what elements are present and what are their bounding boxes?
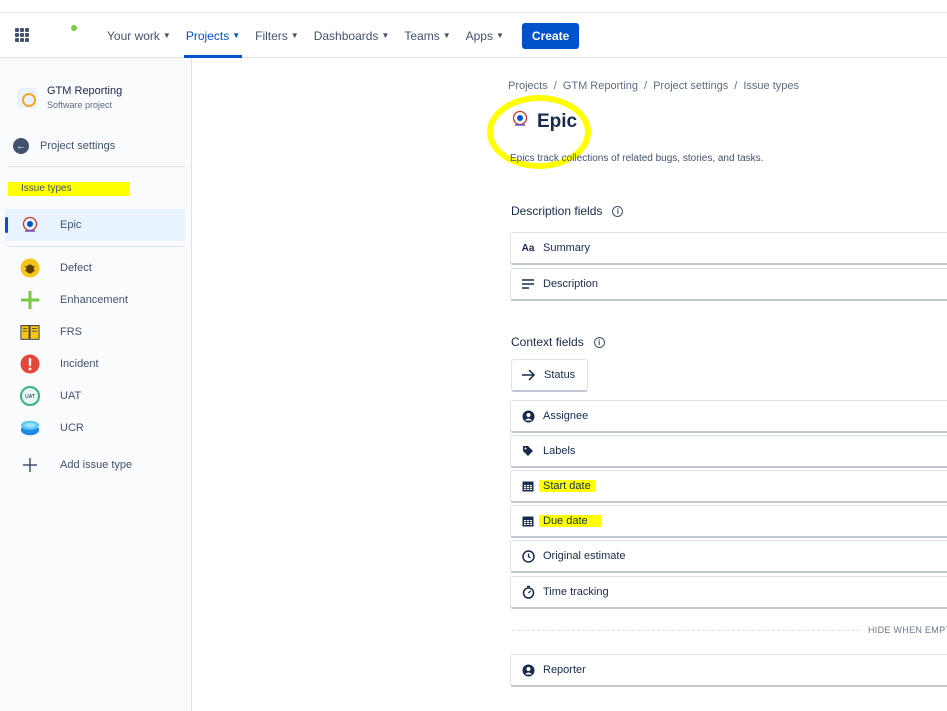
- breadcrumb-projects[interactable]: Projects: [508, 80, 548, 92]
- alert-icon: [20, 354, 40, 374]
- chevron-down-icon: ▼: [381, 31, 390, 40]
- back-to-project-settings[interactable]: ← Project settings: [13, 138, 115, 154]
- chevron-down-icon: ▼: [290, 31, 299, 40]
- context-fields-heading: Context fields i: [511, 335, 605, 349]
- hide-when-empty-label: HIDE WHEN EMPT: [868, 625, 947, 635]
- nav-projects[interactable]: Projects ▼: [183, 13, 243, 58]
- add-issue-type-button[interactable]: Add issue type: [5, 449, 185, 481]
- arrow-right-icon: [522, 369, 536, 381]
- logo[interactable]: [71, 25, 77, 31]
- chevron-down-icon: ▼: [232, 31, 241, 40]
- field-assignee[interactable]: Assignee: [510, 400, 947, 433]
- project-avatar: [17, 88, 37, 108]
- field-labels[interactable]: Labels: [510, 435, 947, 468]
- field-reporter[interactable]: Reporter: [510, 654, 947, 687]
- start-date-label: Start date: [539, 480, 595, 492]
- breadcrumb-project[interactable]: GTM Reporting: [563, 80, 638, 92]
- sidebar-item-defect[interactable]: Defect: [5, 252, 185, 284]
- description-fields-heading: Description fields i: [511, 204, 624, 218]
- arrow-left-icon: ←: [13, 138, 29, 154]
- sidebar-item-incident[interactable]: Incident: [5, 348, 185, 380]
- primary-nav: Your work ▼ Projects ▼ Filters ▼ Dashboards…: [107, 13, 580, 58]
- top-navigation: Your work ▼ Projects ▼ Filters ▼ Dashboards…: [0, 12, 947, 58]
- sidebar: GTM Reporting Software project ← Project…: [0, 58, 192, 711]
- uat-icon: UAT: [20, 386, 40, 406]
- field-status[interactable]: Status: [511, 359, 588, 392]
- page-title-text: Epic: [537, 110, 578, 132]
- svg-text:UAT: UAT: [25, 394, 36, 400]
- sidebar-item-enhancement[interactable]: Enhancement: [5, 284, 185, 316]
- sidebar-item-ucr[interactable]: UCR: [5, 412, 185, 444]
- project-name: GTM Reporting: [47, 85, 123, 97]
- nav-apps[interactable]: Apps ▼: [466, 13, 504, 58]
- person-icon: [521, 410, 535, 423]
- clock-icon: [521, 549, 535, 563]
- field-start-date[interactable]: Start date: [510, 470, 947, 503]
- issue-type-description: Epics track collections of related bugs,…: [510, 153, 764, 164]
- chevron-down-icon: ▼: [442, 31, 451, 40]
- ucr-icon: [20, 418, 40, 438]
- person-icon: [521, 664, 535, 677]
- divider: [8, 246, 185, 247]
- project-type: Software project: [47, 100, 113, 110]
- sidebar-item-uat[interactable]: UAT UAT: [5, 380, 185, 412]
- info-icon[interactable]: i: [612, 205, 624, 217]
- calendar-icon: [521, 515, 535, 527]
- stopwatch-icon: [521, 585, 535, 599]
- nav-dashboards[interactable]: Dashboards ▼: [314, 13, 390, 58]
- sidebar-item-epic[interactable]: Epic: [5, 209, 185, 241]
- nav-filters[interactable]: Filters ▼: [255, 13, 299, 58]
- divider: [8, 166, 185, 167]
- chevron-down-icon: ▼: [495, 31, 504, 40]
- field-due-date[interactable]: Due date: [510, 505, 947, 538]
- calendar-icon: [521, 480, 535, 492]
- plus-icon: [20, 455, 40, 475]
- epic-icon: [511, 110, 529, 133]
- due-date-label: Due date: [539, 515, 602, 527]
- field-summary[interactable]: Aa Summary: [510, 232, 947, 265]
- plus-icon: [20, 290, 40, 310]
- issue-types-heading: Issue types: [8, 182, 129, 196]
- chevron-down-icon: ▼: [162, 31, 171, 40]
- field-description[interactable]: Description: [510, 268, 947, 301]
- field-time-tracking[interactable]: Time tracking: [510, 576, 947, 609]
- divider: [512, 630, 860, 631]
- breadcrumb: Projects / GTM Reporting / Project settings /…: [508, 80, 799, 92]
- epic-icon: [20, 215, 40, 235]
- book-icon: [20, 322, 40, 342]
- create-button[interactable]: Create: [521, 22, 580, 49]
- sidebar-item-frs[interactable]: FRS: [5, 316, 185, 348]
- bug-icon: [20, 258, 40, 278]
- app-switcher-icon[interactable]: [15, 28, 29, 42]
- field-original-estimate[interactable]: Original estimate: [510, 540, 947, 573]
- info-icon[interactable]: i: [593, 336, 605, 348]
- breadcrumb-project-settings[interactable]: Project settings: [653, 80, 728, 92]
- nav-your-work[interactable]: Your work ▼: [107, 13, 171, 58]
- lines-icon: [521, 279, 535, 289]
- nav-teams[interactable]: Teams ▼: [404, 13, 450, 58]
- tag-icon: [521, 445, 535, 457]
- page-title: Epic: [511, 110, 577, 133]
- breadcrumb-issue-types[interactable]: Issue types: [743, 80, 799, 92]
- text-icon: Aa: [521, 242, 535, 254]
